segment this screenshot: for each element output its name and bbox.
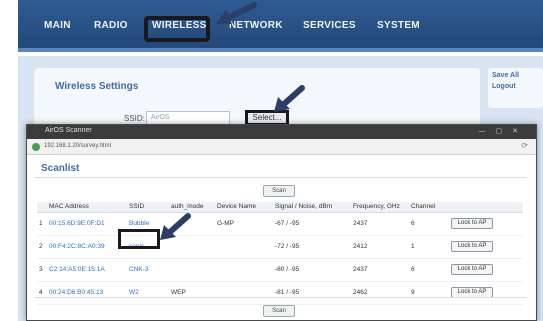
col-frequency: Frequency, GHz [351,202,409,213]
nav-radio[interactable]: RADIO [94,20,128,31]
reload-icon[interactable]: ⟳ [521,141,528,150]
col-action [449,202,523,213]
popup-address-bar: 192.168.1.20/survey.html ⟳ [27,139,536,155]
channel: 9 [409,281,449,305]
save-all-link[interactable]: Save All [492,72,543,79]
col-ssid: SSID [127,202,169,213]
window-controls[interactable]: —▢✕ [479,127,528,135]
device-name: G-MP [215,212,273,236]
logout-link[interactable]: Logout [492,83,543,90]
row-number: 3 [37,258,47,282]
col-auth: auth_mode [169,202,215,213]
device-name [215,235,273,259]
signal-noise: -81 / -95 [273,281,351,305]
col-channel: Channel [409,202,449,213]
device-name [215,281,273,305]
popup-url: 192.168.1.20/survey.html [44,143,111,149]
top-navigation-bar: MAIN RADIO WIRELESS NETWORK SERVICES SYS… [18,0,543,52]
ssid-input[interactable]: AirOS [146,111,230,125]
scanlist-title: Scanlist [41,163,80,174]
popup-window-title: AirOS Scanner [45,127,92,134]
frequency: 2437 [351,258,409,282]
site-survey-popup: AirOS Scanner —▢✕ 192.168.1.20/survey.ht… [26,124,537,321]
nav-main[interactable]: MAIN [44,20,71,31]
divider [35,177,527,178]
mac-link[interactable]: 00:F4:2C:8C:A0:39 [47,235,127,259]
channel: 6 [409,212,449,236]
table-header-row: MAC Address SSID auth_mode Device Name S… [37,202,523,213]
table-row: 1 00:15:6D:9E:0F:D1 Bubble G-MP -67 / -9… [37,212,523,236]
wireless-tab-highlight-box [144,16,210,42]
arrow-to-select-button-icon [274,85,305,112]
table-row: 3 C2:14:A5:0E:15:1A CNK-3 -80 / -95 2437… [37,258,523,282]
channel: 6 [409,258,449,282]
ssid-link[interactable]: CNK-3 [127,258,169,282]
device-name [215,258,273,282]
signal-noise: -80 / -95 [273,258,351,282]
auth-mode [169,258,215,282]
lock-to-ap-button[interactable]: Lock to AP [451,264,493,275]
ssid-link[interactable]: W2 [127,281,169,305]
signal-noise: -72 / -95 [273,235,351,259]
scan-button-bottom[interactable]: Scan [263,305,295,317]
arrow-to-ssid-icon [160,213,191,240]
frequency: 2437 [351,212,409,236]
nav-services[interactable]: SERVICES [303,20,356,31]
row-number: 2 [37,235,47,259]
wireless-settings-title: Wireless Settings [55,81,139,92]
col-signal: Signal / Noise, dBm [273,202,351,213]
popup-title-bar: AirOS Scanner —▢✕ [27,125,536,139]
side-actions-panel: Save All Logout [488,68,543,108]
auth-mode: WEP [169,281,215,305]
row-number: 1 [37,212,47,236]
lock-to-ap-button[interactable]: Lock to AP [451,241,493,252]
row-number: 4 [37,281,47,305]
lock-to-ap-button[interactable]: Lock to AP [451,218,493,229]
secure-icon [32,143,40,151]
frequency: 2462 [351,281,409,305]
divider [35,297,527,298]
col-num [37,202,47,213]
mac-link[interactable]: C2:14:A5:0E:15:1A [47,258,127,282]
channel: 1 [409,235,449,259]
nav-system[interactable]: SYSTEM [377,20,420,31]
mac-link[interactable]: 00:15:6D:9E:0F:D1 [47,212,127,236]
table-row: 4 00:24:D6:B0:45:13 W2 WEP -81 / -95 246… [37,281,523,305]
ssid-label: SSID: [124,114,145,123]
frequency: 2412 [351,235,409,259]
scan-button-top[interactable]: Scan [263,185,295,197]
scan-results-table: MAC Address SSID auth_mode Device Name S… [37,202,523,305]
col-mac: MAC Address [47,202,127,213]
arrow-to-wireless-tab-icon [216,2,257,24]
ssid-highlight-box [118,229,160,249]
table-row: 2 00:F4:2C:8C:A0:39 sonic -72 / -95 2412… [37,235,523,259]
screenshot-stage: MAIN RADIO WIRELESS NETWORK SERVICES SYS… [0,0,543,321]
col-device: Device Name [215,202,273,213]
mac-link[interactable]: 00:24:D6:B0:45:13 [47,281,127,305]
signal-noise: -67 / -95 [273,212,351,236]
